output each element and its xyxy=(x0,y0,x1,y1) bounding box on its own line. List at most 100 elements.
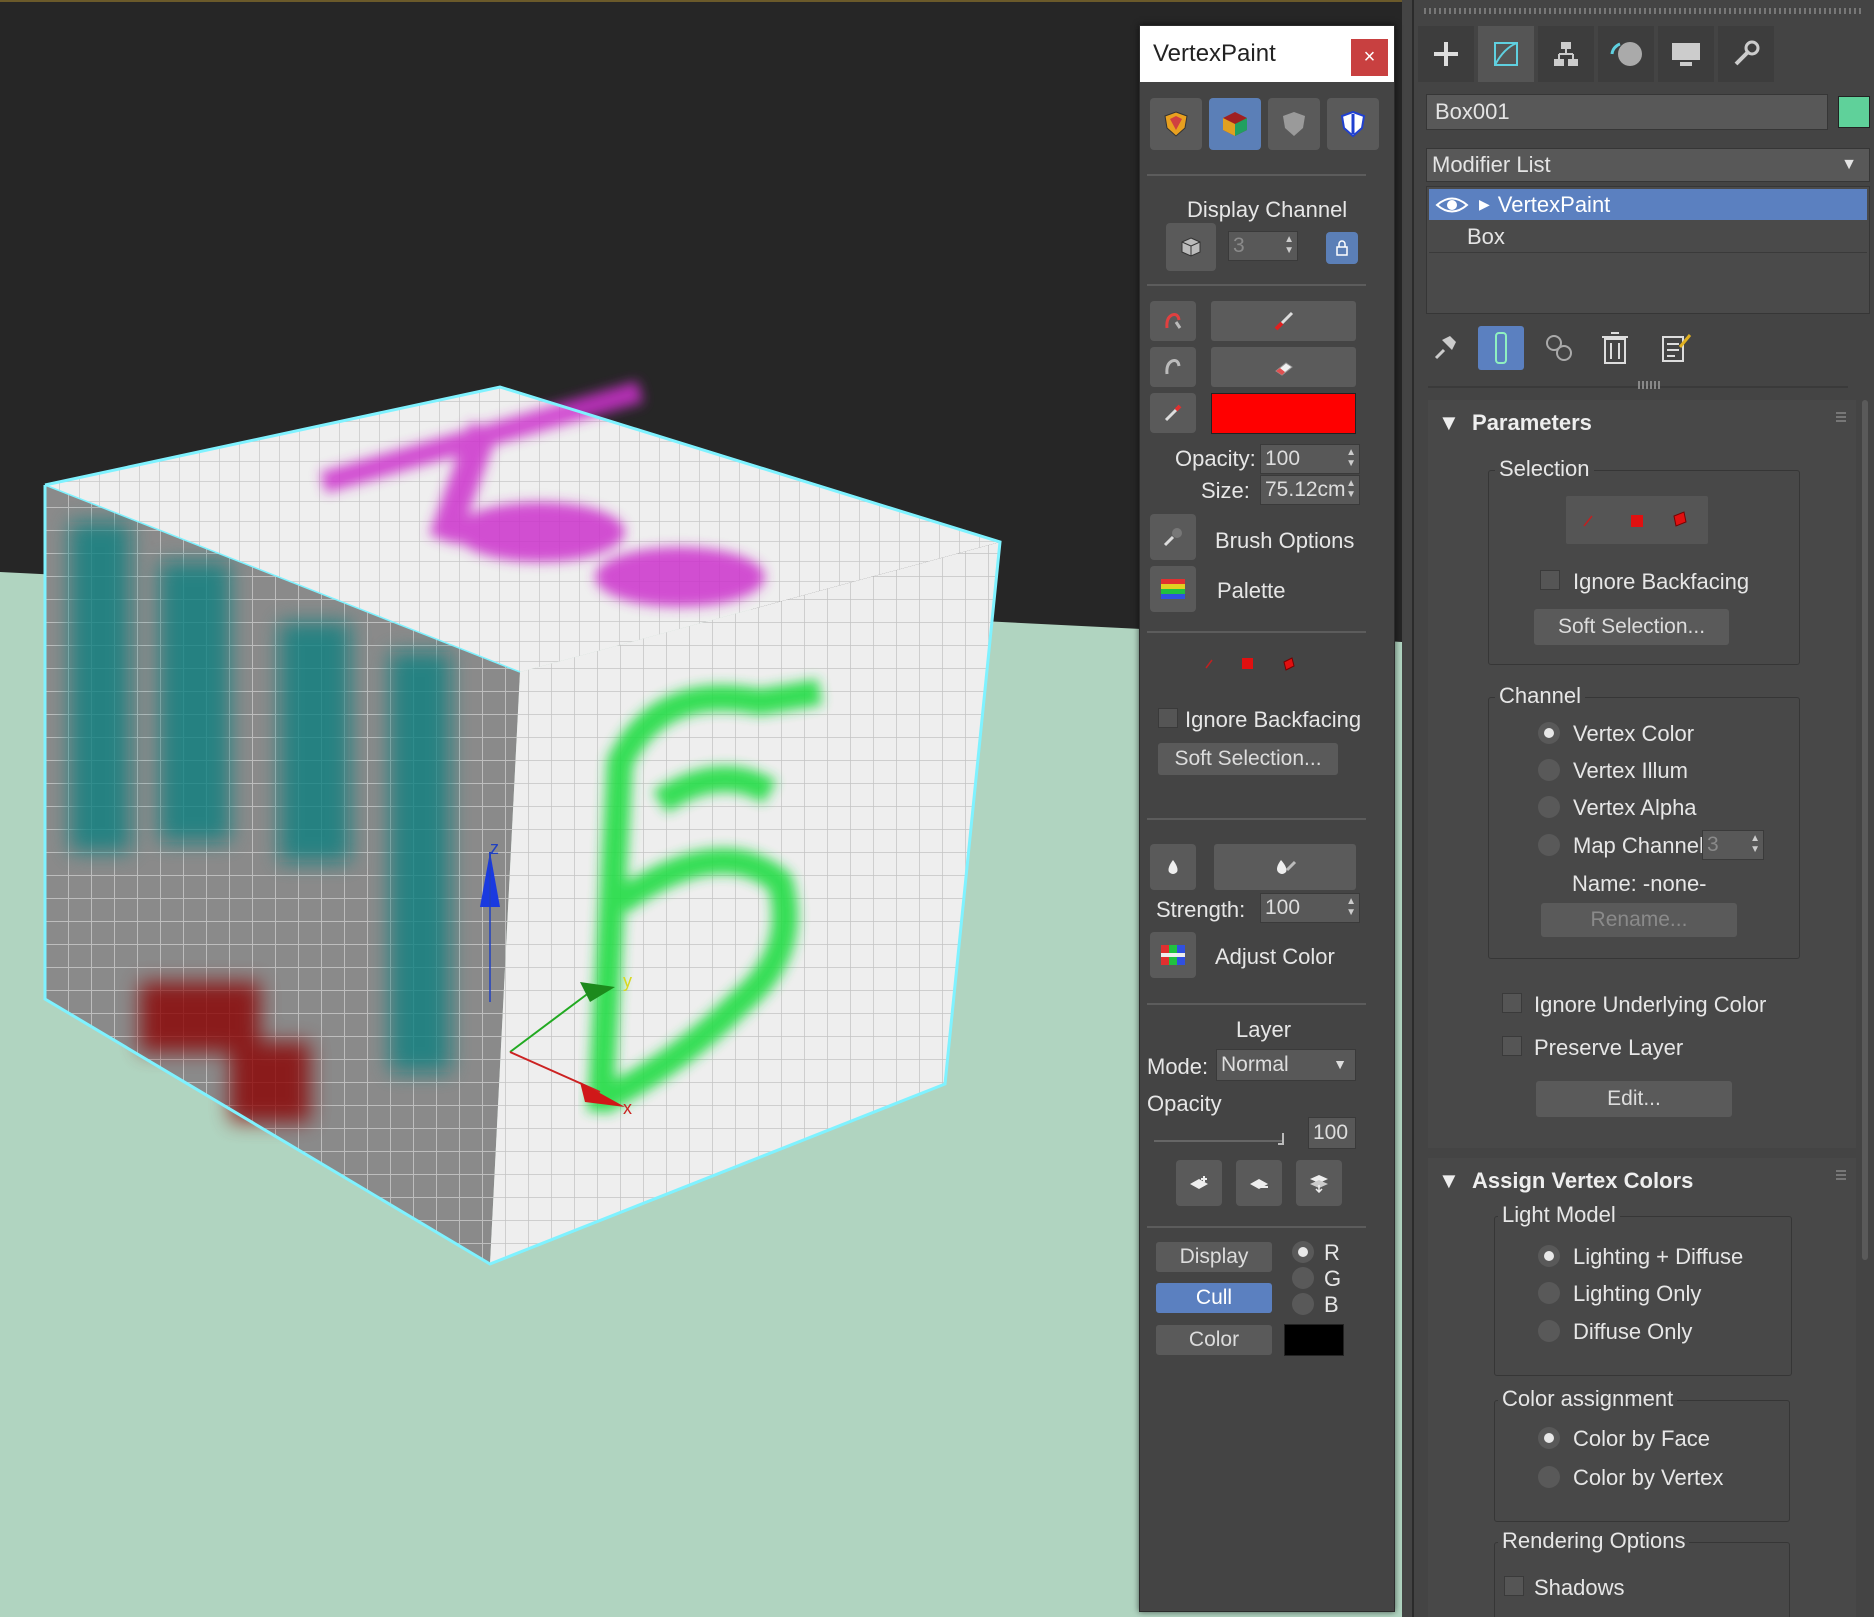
close-button[interactable]: × xyxy=(1351,39,1388,76)
paint-options-button[interactable] xyxy=(1150,301,1196,341)
object-color-swatch[interactable] xyxy=(1838,96,1870,128)
disable-vertex-colors-button[interactable] xyxy=(1268,98,1320,150)
brush-options-label[interactable]: Brush Options xyxy=(1215,528,1354,554)
params-ignore-backfacing-label: Ignore Backfacing xyxy=(1573,569,1750,594)
expand-arrow-icon[interactable]: ▶ xyxy=(1479,196,1490,213)
soft-selection-button[interactable]: Soft Selection... xyxy=(1158,743,1338,775)
map-channel-spinner[interactable]: 3 ▲ ▼ xyxy=(1702,830,1764,860)
configure-sets-icon[interactable] xyxy=(1660,331,1692,365)
params-ignore-backfacing-checkbox[interactable] xyxy=(1540,570,1560,590)
tab-create[interactable] xyxy=(1418,26,1474,82)
preserve-layer-label: Preserve Layer xyxy=(1534,1035,1684,1060)
tab-display[interactable] xyxy=(1658,26,1714,82)
adjust-color-icon xyxy=(1161,945,1185,965)
vertex-illum-radio[interactable] xyxy=(1538,759,1560,781)
vertex-color-radio[interactable] xyxy=(1538,722,1560,744)
rename-button[interactable]: Rename... xyxy=(1541,903,1737,937)
panel-splitter[interactable] xyxy=(1638,381,1662,389)
plus-icon xyxy=(1434,42,1458,66)
panel-scrollbar[interactable] xyxy=(1862,400,1868,1260)
subobject-selection-icons[interactable] xyxy=(1566,496,1708,544)
layer-opacity-slider-handle[interactable] xyxy=(1278,1133,1284,1145)
edit-button[interactable]: Edit... xyxy=(1536,1081,1732,1117)
pick-color-button[interactable] xyxy=(1150,393,1196,433)
size-spinner[interactable]: 75.12cm ▲ ▼ xyxy=(1260,475,1360,505)
layer-opacity-value[interactable]: 100 xyxy=(1308,1117,1356,1149)
object-name-field[interactable]: Box001 xyxy=(1426,94,1828,130)
layer-mode-dropdown[interactable]: Normal ▼ xyxy=(1216,1049,1356,1081)
paint-button[interactable] xyxy=(1211,301,1356,341)
display-channel-mode-button[interactable] xyxy=(1166,223,1216,271)
vertex-alpha-radio[interactable] xyxy=(1538,796,1560,818)
color-by-vertex-radio[interactable] xyxy=(1538,1466,1560,1488)
channel-g-radio[interactable] xyxy=(1292,1267,1314,1289)
blur-brush-button[interactable] xyxy=(1214,844,1356,890)
ignore-underlying-color-checkbox[interactable] xyxy=(1502,993,1522,1013)
erase-options-button[interactable] xyxy=(1150,347,1196,387)
modify-icon xyxy=(1494,42,1518,66)
display-button[interactable]: Display xyxy=(1156,1242,1272,1272)
stack-item-vertexpaint[interactable]: ▶ VertexPaint xyxy=(1429,189,1867,220)
toggle-shading-button[interactable] xyxy=(1327,98,1379,150)
diffuse-only-radio[interactable] xyxy=(1538,1320,1560,1342)
strength-spinner[interactable]: 100 ▲ ▼ xyxy=(1260,893,1360,923)
display-channel-spinner[interactable]: 3 ▲ ▼ xyxy=(1228,231,1298,261)
modifier-list-dropdown[interactable]: Modifier List ▼ xyxy=(1426,148,1870,182)
lighting-diffuse-radio[interactable] xyxy=(1538,1245,1560,1267)
show-end-result-button[interactable] xyxy=(1478,326,1524,370)
assign-rollout-header[interactable]: ▼ Assign Vertex Colors xyxy=(1438,1168,1693,1194)
adjust-color-label[interactable]: Adjust Color xyxy=(1215,944,1335,970)
eye-icon[interactable] xyxy=(1435,194,1469,216)
color-assignment-group xyxy=(1494,1400,1790,1522)
delete-layer-button[interactable] xyxy=(1236,1160,1282,1206)
color-swatch[interactable] xyxy=(1284,1324,1344,1356)
condense-layers-button[interactable] xyxy=(1296,1160,1342,1206)
rollout-grip[interactable] xyxy=(1836,412,1846,424)
paint-color-swatch[interactable] xyxy=(1211,393,1356,434)
trash-icon[interactable] xyxy=(1600,331,1630,365)
channel-name-label: Name: -none- xyxy=(1572,871,1707,896)
erase-button[interactable] xyxy=(1211,347,1356,387)
vertex-color-display-unshaded-button[interactable] xyxy=(1150,98,1202,150)
tab-utilities[interactable] xyxy=(1718,26,1774,82)
make-unique-icon[interactable] xyxy=(1542,331,1576,365)
palette-label[interactable]: Palette xyxy=(1217,578,1286,604)
axis-y-label: y xyxy=(623,971,632,991)
pin-icon[interactable] xyxy=(1430,332,1460,362)
adjust-color-button[interactable] xyxy=(1150,932,1196,978)
channel-b-radio[interactable] xyxy=(1292,1293,1314,1315)
channel-r-radio[interactable] xyxy=(1292,1241,1314,1263)
rollout-grip[interactable] xyxy=(1836,1170,1846,1182)
lighting-only-radio[interactable] xyxy=(1538,1282,1560,1304)
paintbrush-icon xyxy=(1274,311,1293,331)
strength-label: Strength: xyxy=(1156,897,1246,922)
cull-button[interactable]: Cull xyxy=(1156,1283,1272,1313)
tab-modify[interactable] xyxy=(1478,26,1534,82)
params-soft-selection-button[interactable]: Soft Selection... xyxy=(1534,609,1729,645)
stack-item-box[interactable]: Box xyxy=(1429,222,1867,253)
color-by-face-radio[interactable] xyxy=(1538,1427,1560,1449)
palette-button[interactable] xyxy=(1150,566,1196,612)
opacity-label: Opacity: xyxy=(1175,446,1256,471)
vertex-color-display-shaded-button[interactable] xyxy=(1209,98,1261,150)
preserve-layer-checkbox[interactable] xyxy=(1502,1036,1522,1056)
shadows-checkbox[interactable] xyxy=(1504,1576,1524,1596)
rendering-options-label: Rendering Options xyxy=(1498,1528,1690,1554)
display-channel-lock-button[interactable] xyxy=(1326,232,1358,264)
brush-options-button[interactable] xyxy=(1150,514,1196,560)
monitor-icon xyxy=(1672,43,1700,66)
color-button[interactable]: Color xyxy=(1156,1325,1272,1355)
tab-motion[interactable] xyxy=(1598,26,1654,82)
map-channel-radio[interactable] xyxy=(1538,834,1560,856)
ignore-backfacing-checkbox[interactable] xyxy=(1158,708,1178,728)
parameters-rollout-header[interactable]: ▼ Parameters xyxy=(1438,410,1592,436)
blur-options-button[interactable] xyxy=(1150,844,1196,890)
mode-label: Mode: xyxy=(1147,1054,1209,1079)
layer-opacity-slider[interactable] xyxy=(1154,1140,1284,1142)
vertexpaint-title: VertexPaint xyxy=(1153,40,1276,67)
subobject-selection-icons[interactable] xyxy=(1200,654,1350,674)
opacity-spinner[interactable]: 100 ▲ ▼ xyxy=(1260,444,1360,474)
panel-grip[interactable] xyxy=(1424,8,1864,14)
new-layer-button[interactable] xyxy=(1176,1160,1222,1206)
tab-hierarchy[interactable] xyxy=(1538,26,1594,82)
